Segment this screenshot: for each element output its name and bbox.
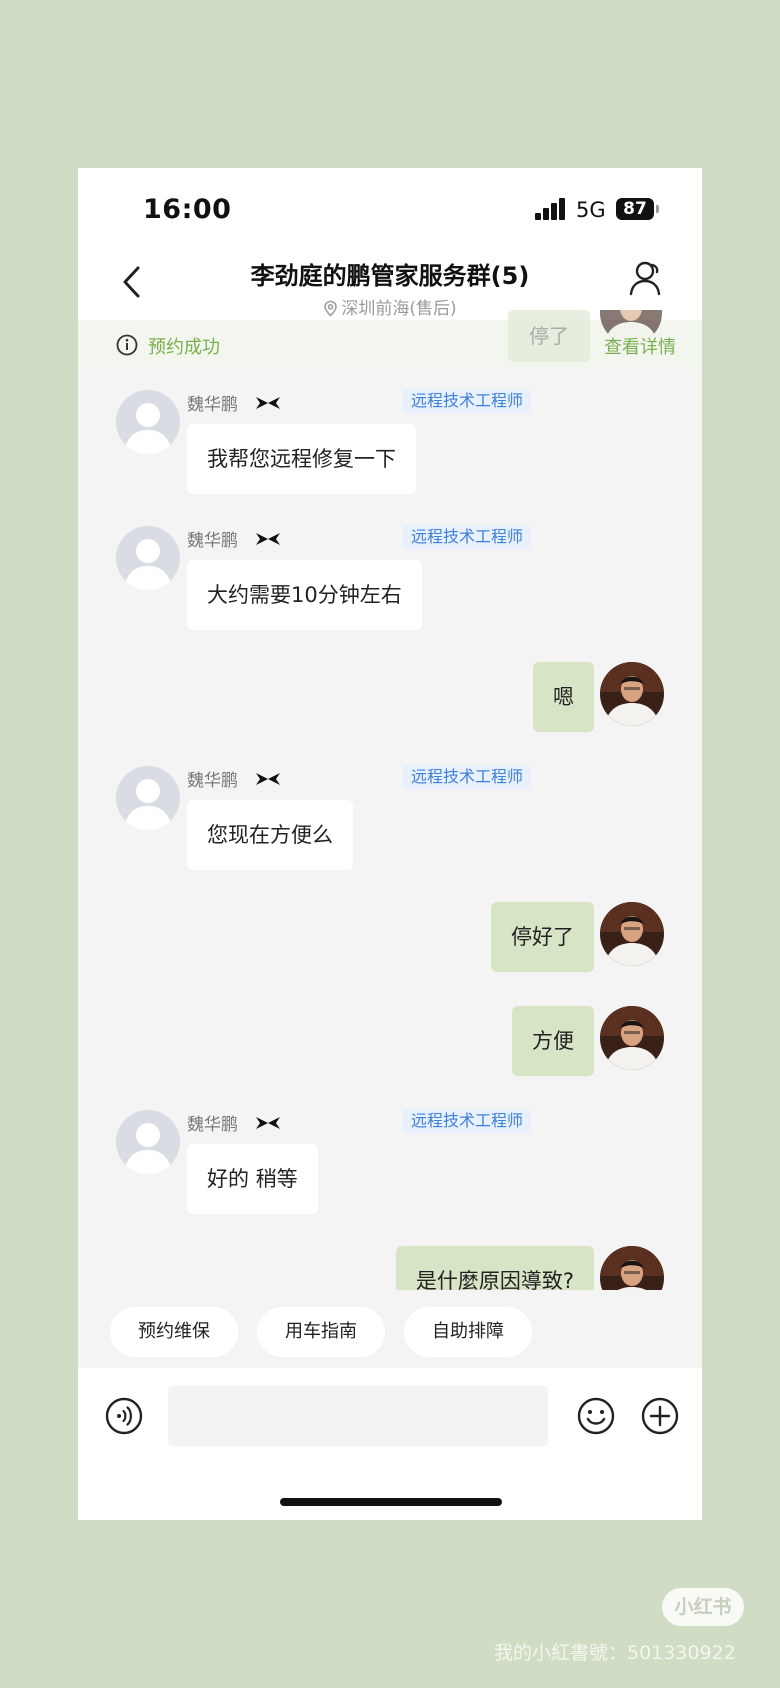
quick-action-guide[interactable]: 用车指南	[257, 1307, 385, 1357]
voice-button[interactable]	[104, 1396, 144, 1440]
outgoing-message-bubble[interactable]: 嗯	[533, 662, 594, 732]
message-item: 停好了	[78, 902, 702, 974]
outgoing-message-bubble[interactable]: 停好了	[491, 902, 594, 972]
signal-icon	[535, 198, 567, 220]
voice-icon	[105, 1397, 143, 1435]
incoming-message-bubble[interactable]: 大约需要10分钟左右	[187, 560, 422, 630]
sender-role-badge: 远程技术工程师	[403, 389, 532, 413]
info-icon	[116, 334, 138, 356]
scrolled-message-bubble: 停了	[508, 310, 590, 362]
network-type: 5G	[576, 198, 606, 222]
agent-avatar	[116, 1110, 180, 1174]
brand-logo-icon	[256, 397, 280, 409]
message-item: 魏华鹏 远程技术工程师 好的 稍等	[78, 1109, 702, 1222]
message-list[interactable]: 魏华鹏 远程技术工程师 我帮您远程修复一下 魏华鹏 远程技术工程师 大约需要10…	[78, 370, 702, 1290]
emoji-icon	[577, 1397, 615, 1435]
user-avatar	[600, 1006, 664, 1070]
message-item: 魏华鹏 远程技术工程师 我帮您远程修复一下	[78, 389, 702, 502]
view-details-link[interactable]: 查看详情	[604, 333, 676, 359]
sender-role-badge: 远程技术工程师	[403, 525, 532, 549]
user-avatar	[600, 902, 664, 966]
phone-screen: 16:00 5G 87 李劲庭的鹏管家服务群(5) 深圳前海(售后) 停了 预约…	[78, 168, 702, 1520]
watermark-text: 我的小紅書號：501330922	[494, 1642, 736, 1664]
brand-logo-icon	[256, 773, 280, 785]
status-bar: 16:00 5G 87	[78, 168, 702, 250]
appointment-success-text: 预约成功	[148, 337, 220, 358]
outgoing-message-bubble[interactable]: 方便	[512, 1006, 594, 1076]
input-bar	[78, 1368, 702, 1520]
user-avatar	[600, 662, 664, 726]
emoji-button[interactable]	[576, 1396, 616, 1440]
sender-name: 魏华鹏	[187, 771, 238, 791]
message-item: 嗯	[78, 662, 702, 734]
xiaohongshu-logo: 小红书	[662, 1588, 744, 1626]
incoming-message-bubble[interactable]: 好的 稍等	[187, 1144, 318, 1214]
battery-cap	[656, 205, 659, 213]
home-indicator	[280, 1498, 502, 1506]
message-input[interactable]	[168, 1386, 548, 1446]
user-avatar	[600, 1246, 664, 1290]
incoming-message-bubble[interactable]: 您现在方便么	[187, 800, 353, 870]
agent-avatar	[116, 390, 180, 454]
appointment-notice: 停了 预约成功 查看详情	[78, 310, 702, 370]
location-pin-icon	[324, 300, 338, 317]
status-time: 16:00	[143, 194, 232, 225]
brand-logo-icon	[256, 533, 280, 545]
sender-name: 魏华鹏	[187, 395, 238, 415]
plus-icon	[641, 1397, 679, 1435]
message-item: 魏华鹏 远程技术工程师 大约需要10分钟左右	[78, 525, 702, 638]
agent-avatar	[116, 526, 180, 590]
message-item: 方便	[78, 1006, 702, 1078]
sender-role-badge: 远程技术工程师	[403, 765, 532, 789]
agent-avatar	[116, 766, 180, 830]
group-members-icon	[629, 261, 661, 296]
brand-logo-icon	[256, 1117, 280, 1129]
quick-action-troubleshoot[interactable]: 自助排障	[404, 1307, 532, 1357]
chat-title: 李劲庭的鹏管家服务群(5)	[250, 262, 530, 290]
quick-action-maintenance[interactable]: 预约维保	[110, 1307, 238, 1357]
battery-level: 87	[616, 198, 654, 220]
sender-role-badge: 远程技术工程师	[403, 1109, 532, 1133]
incoming-message-bubble[interactable]: 我帮您远程修复一下	[187, 424, 416, 494]
sender-name: 魏华鹏	[187, 1115, 238, 1135]
message-item: 是什麼原因導致?	[78, 1246, 702, 1290]
group-members-button[interactable]	[626, 256, 666, 300]
quick-action-bar: 预约维保 用车指南 自助排障	[78, 1290, 702, 1368]
sender-name: 魏华鹏	[187, 531, 238, 551]
more-button[interactable]	[640, 1396, 680, 1440]
outgoing-message-bubble[interactable]: 是什麼原因導致?	[395, 1246, 594, 1290]
message-item: 魏华鹏 远程技术工程师 您现在方便么	[78, 765, 702, 878]
chat-location-label: 深圳前海(售后)	[341, 299, 457, 319]
